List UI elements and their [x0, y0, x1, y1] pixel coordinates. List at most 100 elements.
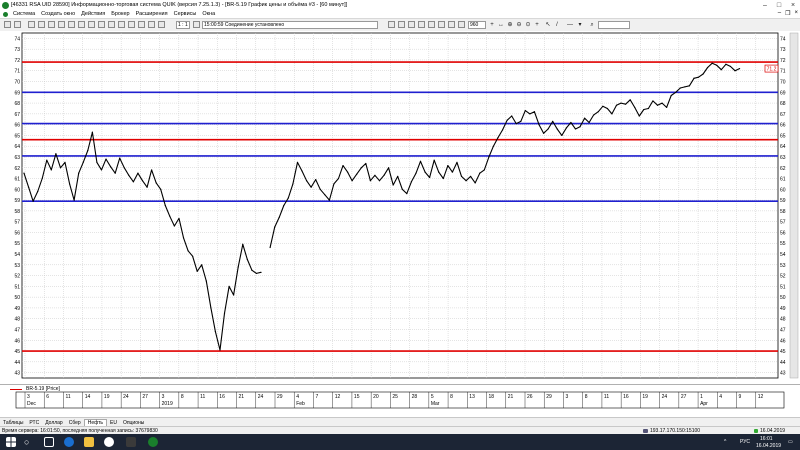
chart-icon[interactable] [68, 21, 75, 28]
trades-icon[interactable] [48, 21, 55, 28]
connect-icon[interactable] [4, 21, 11, 28]
disconnect-icon[interactable] [14, 21, 21, 28]
price-point [647, 107, 649, 110]
sort-icon[interactable] [128, 21, 135, 28]
search-icon[interactable]: ⌕ [588, 21, 596, 29]
limits-window-icon[interactable] [438, 21, 445, 28]
windows-start-icon[interactable] [6, 437, 16, 447]
keyboard-language[interactable]: РУС [740, 439, 750, 445]
copy-icon[interactable] [138, 21, 145, 28]
maximize-button[interactable]: □ [772, 0, 786, 10]
tab-eu[interactable]: EU [107, 420, 120, 426]
quik-taskbar-icon[interactable] [148, 437, 158, 447]
menu-windows[interactable]: Окна [199, 11, 218, 17]
y-tick-label-right: 65 [780, 133, 786, 139]
y-tick-label-left: 69 [14, 90, 20, 96]
price-point [160, 188, 162, 190]
menu-broker[interactable]: Брокер [108, 11, 132, 17]
print-icon[interactable] [88, 21, 95, 28]
export-icon[interactable] [108, 21, 115, 28]
fit-icon[interactable]: ⊙ [524, 21, 532, 29]
yandex-browser-icon[interactable] [104, 437, 114, 447]
price-point [561, 134, 563, 137]
save-icon[interactable] [98, 21, 105, 28]
y-tick-label-right: 59 [780, 198, 786, 204]
tab-options[interactable]: Опционы [120, 420, 147, 426]
new-table-icon[interactable] [28, 21, 35, 28]
calc-window-icon[interactable] [448, 21, 455, 28]
toolbar: 1 : 1 15:00:59 Соединение установлено 96… [0, 18, 800, 32]
news-window-icon[interactable] [418, 21, 425, 28]
message-window-icon[interactable] [428, 21, 435, 28]
price-point [451, 171, 454, 173]
tab-tables[interactable]: Таблицы [0, 420, 26, 426]
price-point [78, 172, 80, 174]
price-point [214, 331, 217, 333]
price-point [438, 171, 440, 173]
table-window-icon[interactable] [398, 21, 405, 28]
plus-icon[interactable]: + [488, 21, 496, 29]
menu-system[interactable]: Система [10, 11, 38, 17]
cursor-icon[interactable]: ↖ [544, 21, 552, 29]
minimize-button[interactable]: – [758, 0, 772, 10]
hline-tool-icon[interactable]: — [566, 21, 574, 29]
price-point [82, 161, 84, 163]
price-point [666, 106, 668, 108]
zoom-out-icon[interactable]: ⊖ [515, 21, 523, 29]
search-taskbar-icon[interactable]: ○ [24, 437, 34, 447]
ratio-field[interactable]: 1 : 1 [176, 21, 190, 29]
tab-rts[interactable]: РТС [26, 420, 42, 426]
price-point [137, 172, 139, 174]
y-tick-label-right: 73 [780, 47, 786, 53]
price-point [155, 182, 157, 184]
orders-icon[interactable] [38, 21, 45, 28]
price-chart-window[interactable]: 43 43 44 44 45 45 46 46 47 47 48 48 49 49 50 50 51 51 52 52… [0, 31, 800, 411]
mdi-restore-button[interactable]: ❐ [785, 10, 790, 18]
price-point [643, 108, 645, 111]
menu-services[interactable]: Сервисы [171, 11, 200, 17]
clock-date[interactable]: 16.04.2019 [756, 443, 781, 449]
tab-dollar[interactable]: Доллар [42, 420, 66, 426]
price-chart[interactable]: 43 4344 4445 4546 4647 4748 4849 4950 5051 5152 52… [0, 31, 800, 411]
tab-sber[interactable]: Сбер [66, 420, 84, 426]
mdi-close-button[interactable]: × [794, 10, 798, 18]
task-view-icon[interactable] [44, 437, 54, 447]
menu-actions[interactable]: Действия [78, 11, 108, 17]
lock-icon[interactable] [148, 21, 155, 28]
x-tick-label: 14 [85, 394, 91, 400]
close-button[interactable]: × [786, 0, 800, 10]
clock-time[interactable]: 16:01 [760, 436, 773, 442]
mdi-minimize-button[interactable]: – [778, 10, 781, 18]
file-explorer-icon[interactable] [84, 437, 94, 447]
option-window-icon[interactable] [458, 21, 465, 28]
menu-extensions[interactable]: Расширения [133, 11, 171, 17]
zoom-in-icon[interactable]: ⊕ [506, 21, 514, 29]
settings-icon[interactable] [78, 21, 85, 28]
filter-icon[interactable] [118, 21, 125, 28]
app-taskbar-icon[interactable] [126, 437, 136, 447]
connection-status-field[interactable]: 15:00:59 Соединение установлено [202, 21, 378, 29]
tab-oil[interactable]: Нефть [83, 419, 107, 426]
chart-window-icon[interactable] [388, 21, 395, 28]
price-point [246, 258, 248, 261]
bell-icon[interactable] [158, 21, 165, 28]
price-point [547, 128, 549, 130]
arrow-icon[interactable]: ↔ [497, 21, 505, 29]
line-tool-icon[interactable]: / [553, 21, 561, 29]
portfolio-icon[interactable] [58, 21, 65, 28]
notifications-icon[interactable]: ▭ [788, 439, 793, 445]
dropdown-arrow-icon[interactable]: ▾ [576, 21, 584, 29]
vertical-scrollbar[interactable] [789, 32, 799, 379]
crosshair-icon[interactable]: + [533, 21, 541, 29]
search-input[interactable] [598, 21, 630, 29]
x-tick-label: 24 [662, 394, 668, 400]
instrument-field[interactable]: 960 [468, 21, 486, 29]
price-point [629, 99, 631, 101]
quote-window-icon[interactable] [408, 21, 415, 28]
menu-create-window[interactable]: Создать окно [38, 11, 78, 17]
price-point [187, 250, 189, 252]
edge-browser-icon[interactable] [64, 437, 74, 447]
tray-arrow-icon[interactable]: ^ [724, 439, 726, 445]
price-point [538, 124, 540, 126]
price-point [501, 129, 504, 131]
